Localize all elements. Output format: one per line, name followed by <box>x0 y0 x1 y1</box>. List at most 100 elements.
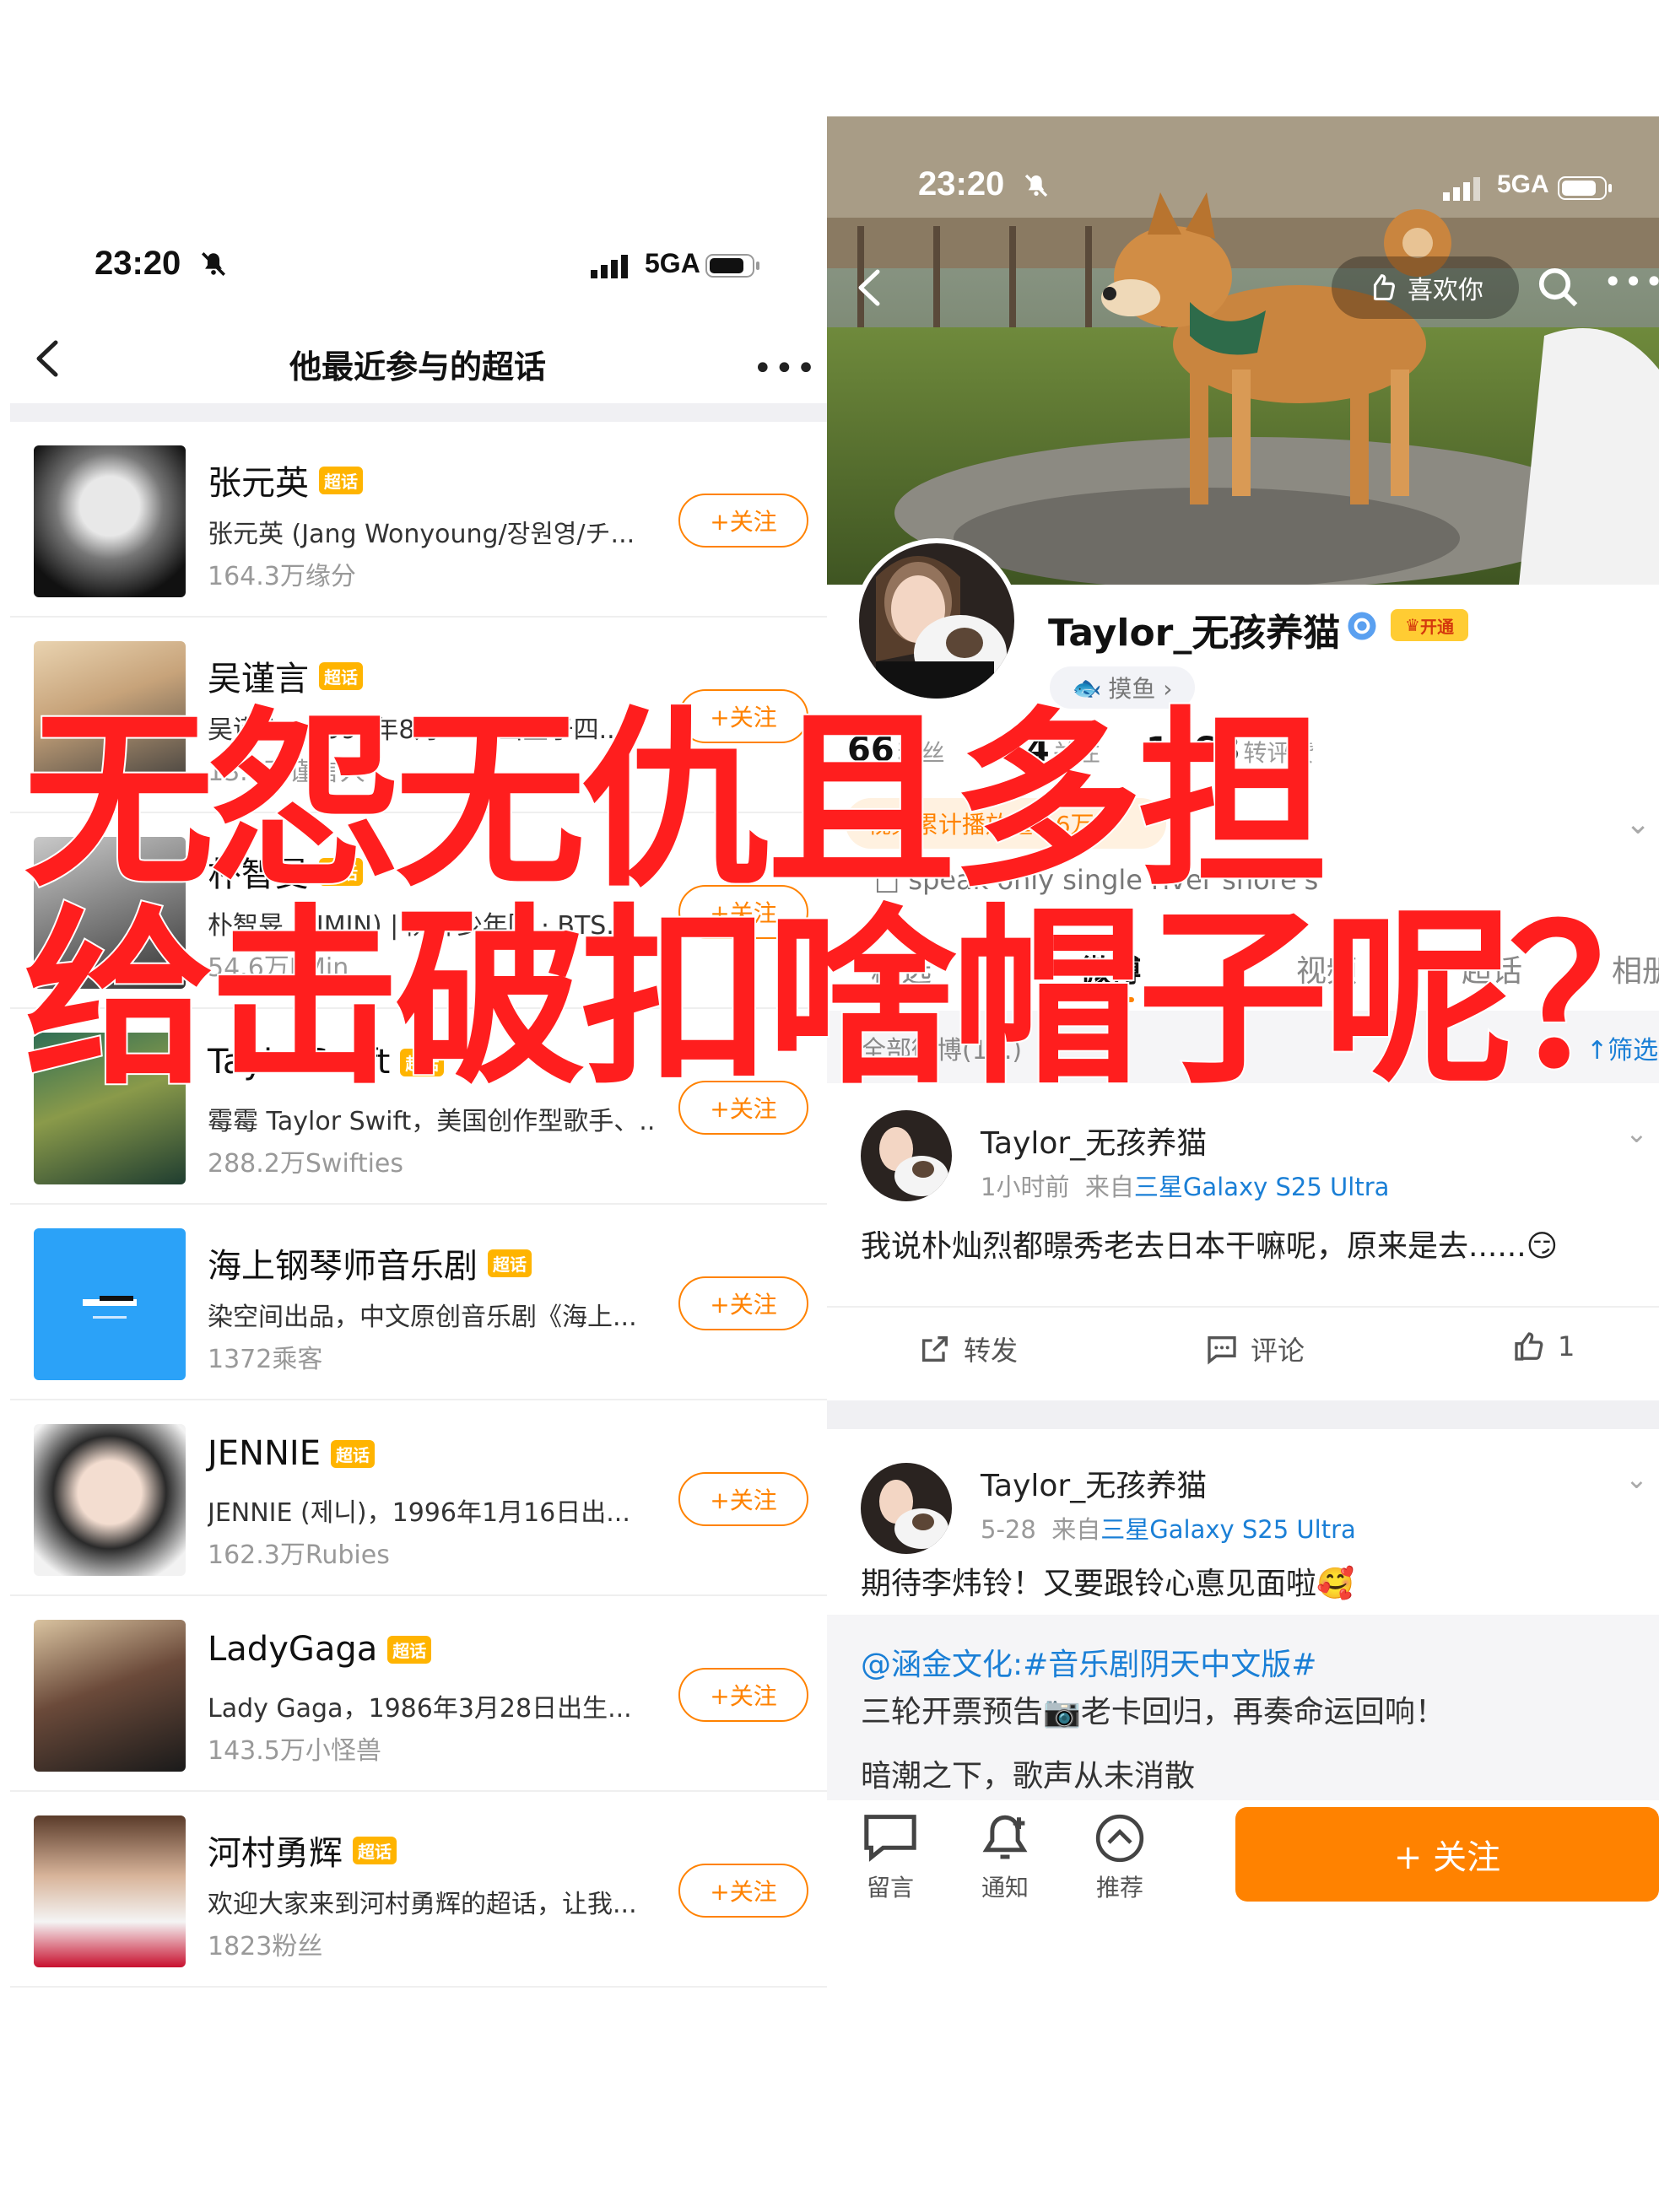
follow-button-primary[interactable]: + 关注 <box>1235 1807 1659 1902</box>
signal-icon <box>1443 177 1480 201</box>
post-meta: 1小时前 来自三星Galaxy S25 Ultra <box>981 1173 1390 1201</box>
supertopic-thumbnail <box>34 1424 186 1576</box>
like-button[interactable]: 1 <box>1512 1330 1575 1363</box>
all-weibo-label[interactable]: 全部微博(1...) <box>861 1029 1022 1066</box>
supertopic-row[interactable]: 河村勇辉 超话 欢迎大家来到河村勇辉的超话，让我... 1823粉丝 +关注 <box>10 1792 827 1988</box>
supertopic-row[interactable]: 张元英 超话 张元英 (Jang Wonyoung/장원영/チ... 164.3万… <box>10 422 827 618</box>
active-tab-indicator <box>1095 997 1134 1002</box>
crown-icon: ♛ <box>1405 615 1420 635</box>
hand-like-icon <box>1373 274 1395 301</box>
post-author[interactable]: Taylor_无孩养猫 <box>981 1461 1207 1505</box>
supertopic-tag: 超话 <box>400 1048 445 1076</box>
supertopic-name: 吴谨言 超话 <box>208 651 363 700</box>
supertopic-thumbnail <box>34 837 186 989</box>
video-plays-banner[interactable]: 视频累计播放量1.6万 <box>846 798 1166 849</box>
repost-text-more: 暗潮之下，歌声从未消散 <box>861 1759 1196 1794</box>
verified-badge-icon <box>1348 612 1376 640</box>
supertopic-desc: Lady Gaga，1986年3月28日出生... <box>208 1694 632 1724</box>
piano-logo-icon <box>83 1296 137 1319</box>
supertopic-desc: 欢迎大家来到河村勇辉的超话，让我... <box>208 1890 637 1919</box>
status-time: 23:20 <box>95 245 181 282</box>
notify-button[interactable]: 通知 <box>977 1812 1033 1903</box>
post-avatar[interactable] <box>861 1110 952 1201</box>
bell-plus-icon <box>982 1815 1028 1859</box>
search-icon[interactable] <box>1536 265 1581 310</box>
follow-button[interactable]: +关注 <box>678 689 808 743</box>
profile-bio: □ speak only single river shore's <box>874 864 1319 896</box>
vip-badge[interactable]: ♛ 开通 <box>1391 609 1468 641</box>
follow-button[interactable]: +关注 <box>678 494 808 548</box>
supertopic-thumbnail <box>34 641 186 793</box>
tab-supertopic[interactable]: 超话 <box>1462 947 1522 990</box>
recommend-button[interactable]: 推荐 <box>1094 1812 1146 1903</box>
bottom-action-bar: 留言 通知 推荐 + 关注 <box>827 1800 1659 1952</box>
supertopic-row[interactable]: 朴智旻 超话 朴智旻（JIMIN) | 防弹少年团 · BTS... 54.6万J… <box>10 813 827 1009</box>
supertopic-name: 张元英 超话 <box>208 456 363 504</box>
supertopic-name: LadyGaga 超话 <box>208 1630 432 1669</box>
tab-weibo[interactable]: 微博 <box>1080 947 1141 990</box>
tab-featured[interactable]: 精选 <box>871 947 932 990</box>
mute-bell-icon <box>201 251 226 277</box>
profile-avatar[interactable] <box>854 538 1019 704</box>
repost-button[interactable]: 转发 <box>918 1330 1018 1368</box>
supertopic-row[interactable]: LadyGaga 超话 Lady Gaga，1986年3月28日出生... 143… <box>10 1596 827 1792</box>
like-you-button[interactable]: 喜欢你 <box>1332 256 1519 319</box>
mute-bell-icon <box>1024 174 1048 197</box>
post-device: 三星Galaxy S25 Ultra <box>1133 1173 1390 1201</box>
post-avatar[interactable] <box>861 1463 952 1554</box>
supertopic-fans: 143.5万小怪兽 <box>208 1736 381 1766</box>
supertopic-tag: 超话 <box>319 661 363 690</box>
profile-stats: 66 粉丝 84 关注 1268 转评赞 <box>827 731 1659 781</box>
avatar-photo <box>861 1110 952 1201</box>
tab-video[interactable]: 视频 <box>1296 947 1357 990</box>
supertopic-name: TaylorSwift 超话 <box>208 1043 445 1082</box>
more-options-icon[interactable]: ••• <box>753 349 818 388</box>
profile-tabs: 精选 微博 视频 超话 相册 <box>827 926 1659 1011</box>
status-pill[interactable]: 🐟 摸鱼 › <box>1050 666 1195 709</box>
supertopic-desc: 霉霉 Taylor Swift，美国创作型歌手、.. <box>208 1107 656 1136</box>
fans-stat[interactable]: 66 粉丝 <box>847 731 945 769</box>
supertopic-tag: 超话 <box>319 857 363 886</box>
post-author[interactable]: Taylor_无孩养猫 <box>981 1119 1207 1163</box>
thumbs-up-icon <box>1515 1332 1543 1361</box>
filter-arrow-icon: ↑ <box>1586 1036 1608 1066</box>
weibo-post[interactable]: Taylor_无孩养猫 5-28 来自三星Galaxy S25 Ultra ⌄ … <box>827 1429 1659 1615</box>
supertopic-row[interactable]: JENNIE 超话 JENNIE (제니)，1996年1月16日出... 162.… <box>10 1400 827 1596</box>
following-stat[interactable]: 84 关注 <box>1002 731 1100 769</box>
supertopic-thumbnail <box>34 1033 186 1184</box>
comment-button[interactable]: 评论 <box>1205 1330 1305 1368</box>
more-options-icon[interactable]: ••• <box>1603 263 1659 300</box>
follow-button[interactable]: +关注 <box>678 1668 808 1722</box>
reposted-content[interactable]: @涵金文化:#音乐剧阴天中文版# 三轮开票预告📷老卡回归，再奏命运回响！ 暗潮之… <box>827 1615 1659 1817</box>
chevron-down-icon[interactable]: ⌄ <box>1625 1463 1648 1495</box>
supertopic-row[interactable]: 吴谨言 超话 吴谨言，1990年8月16日出生于四... 13.6万谨言人 +关注 <box>10 618 827 813</box>
supertopic-tag: 超话 <box>330 1439 375 1468</box>
follow-button[interactable]: +关注 <box>678 1864 808 1918</box>
back-arrow-icon[interactable] <box>852 267 886 309</box>
comment-icon <box>1208 1336 1236 1365</box>
chevron-down-icon[interactable]: ⌄ <box>1625 1117 1648 1149</box>
interactions-stat[interactable]: 1268 转评赞 <box>1146 731 1314 769</box>
post-action-bar: 转发 评论 1 <box>827 1306 1659 1399</box>
follow-button[interactable]: +关注 <box>678 1081 808 1135</box>
weibo-post[interactable]: Taylor_无孩养猫 1小时前 来自三星Galaxy S25 Ultra ⌄ … <box>827 1083 1659 1306</box>
follow-button[interactable]: +关注 <box>678 1472 808 1526</box>
tab-album[interactable]: 相册 <box>1612 947 1659 990</box>
avatar-photo <box>861 1463 952 1554</box>
status-time: 23:20 <box>918 165 1005 202</box>
message-button[interactable]: 留言 <box>861 1812 920 1903</box>
right-screenshot: 23:20 5GA 喜欢你 ••• Taylor_无孩养猫 ♛ 开通 🐟 摸鱼 › … <box>827 116 1659 2212</box>
supertopic-tag: 超话 <box>488 1249 532 1277</box>
profile-username: Taylor_无孩养猫 <box>1048 612 1341 655</box>
section-divider <box>827 1400 1659 1429</box>
chevron-down-icon[interactable]: ⌄ <box>1625 807 1651 841</box>
supertopic-desc: 朴智旻（JIMIN) | 防弹少年团 · BTS... <box>208 911 630 941</box>
avatar-photo <box>859 543 1014 699</box>
supertopic-name: 河村勇辉 超话 <box>208 1826 397 1875</box>
filter-button[interactable]: ↑筛选 <box>1586 1029 1658 1066</box>
repost-mention[interactable]: @涵金文化:#音乐剧阴天中文版# <box>861 1640 1316 1684</box>
follow-button[interactable]: +关注 <box>678 1276 808 1330</box>
supertopic-row[interactable]: TaylorSwift 超话 霉霉 Taylor Swift，美国创作型歌手、..… <box>10 1009 827 1205</box>
supertopic-row[interactable]: 海上钢琴师音乐剧 超话 染空间出品，中文原创音乐剧《海上... 1372乘客 +关… <box>10 1205 827 1400</box>
follow-button[interactable]: +关注 <box>678 885 808 939</box>
